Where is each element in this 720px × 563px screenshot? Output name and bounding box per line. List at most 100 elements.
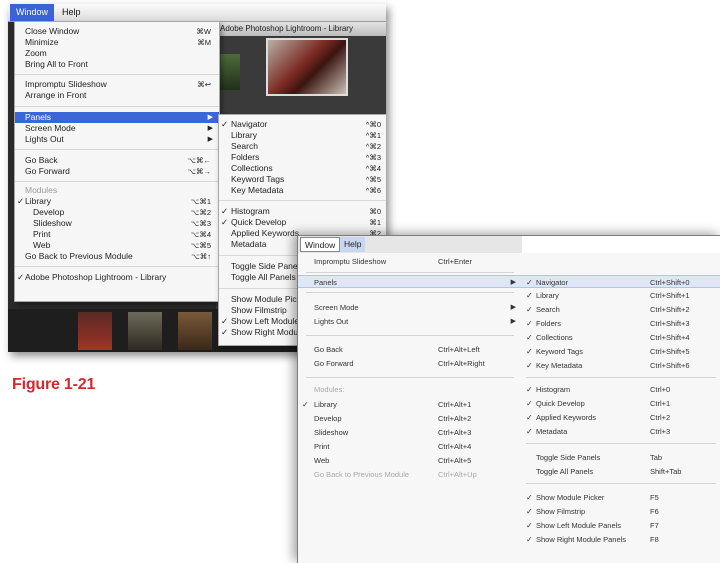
submenu-item-toggle-all-panels[interactable]: Toggle All Panels Shift+Tab (522, 465, 720, 478)
menu-item-label: Toggle Side Panels (536, 453, 601, 462)
menu-item-library[interactable]: ✓ Library ⌥⌘1 (15, 196, 219, 207)
menu-item-label: Quick Develop (231, 217, 287, 227)
submenu-item-folders[interactable]: ✓ Folders Ctrl+Shift+3 (522, 317, 720, 330)
menu-item-shortcut: F6 (650, 507, 659, 516)
submenu-item-histogram[interactable]: ✓ Histogram Ctrl+0 (522, 383, 720, 396)
menu-item-go-back[interactable]: Go Back Ctrl+Alt+Left (298, 343, 522, 356)
menu-item-go-forward[interactable]: Go Forward ⌥⌘→ (15, 166, 219, 177)
submenu-item-key-metadata[interactable]: ✓ Key Metadata Ctrl+Shift+6 (522, 359, 720, 372)
submenu-item-quick-develop[interactable]: ✓ Quick Develop ⌘1 (219, 217, 386, 228)
check-icon: ✓ (526, 305, 533, 314)
submenu-item-keyword-tags[interactable]: ✓ Keyword Tags Ctrl+Shift+5 (522, 345, 720, 358)
submenu-item-folders[interactable]: Folders ^⌘3 (219, 152, 386, 163)
submenu-item-show-module-picker[interactable]: ✓ Show Module Picker F5 (522, 491, 720, 504)
menu-item-shortcut: Ctrl+Alt+1 (438, 400, 472, 409)
menu-item-label: Adobe Photoshop Lightroom - Library (25, 272, 167, 282)
menu-item-slideshow[interactable]: Slideshow ⌥⌘3 (15, 218, 219, 229)
menu-item-label: Print (33, 229, 51, 239)
menu-item-shortcut: Ctrl+Shift+6 (650, 361, 690, 370)
menu-item-shortcut: ^⌘0 (365, 120, 381, 129)
filmstrip-thumb[interactable] (128, 312, 162, 350)
submenu-item-show-right-module-panels[interactable]: ✓ Show Right Module Panels F8 (522, 533, 720, 546)
submenu-arrow-icon: ▶ (510, 304, 516, 311)
check-icon: ✓ (526, 291, 533, 300)
submenu-item-applied-keywords[interactable]: ✓ Applied Keywords Ctrl+2 (522, 411, 720, 424)
menu-item-lights-out[interactable]: Lights Out ▶ (298, 315, 522, 328)
menu-item-label: Modules: (314, 385, 345, 394)
menu-item-shortcut: Ctrl+Shift+5 (650, 347, 690, 356)
submenu-item-library[interactable]: ✓ Library Ctrl+Shift+1 (522, 289, 720, 302)
figure-caption: Figure 1-21 (12, 376, 96, 393)
menu-item-impromptu-slideshow[interactable]: Impromptu Slideshow ⌘↩ (15, 79, 219, 90)
submenu-item-collections[interactable]: Collections ^⌘4 (219, 163, 386, 174)
menu-item-shortcut: F7 (650, 521, 659, 530)
menu-separator (15, 74, 219, 75)
check-icon: ✓ (526, 385, 533, 394)
menu-separator (306, 272, 514, 273)
menu-item-label: Go Back (314, 345, 343, 354)
menu-item-screen-mode[interactable]: Screen Mode ▶ (15, 123, 219, 134)
menu-help[interactable]: Help (56, 4, 87, 21)
menu-item-print[interactable]: Print Ctrl+Alt+4 (298, 440, 522, 453)
menu-item-develop[interactable]: Develop Ctrl+Alt+2 (298, 412, 522, 425)
submenu-item-show-left-module-panels[interactable]: ✓ Show Left Module Panels F7 (522, 519, 720, 532)
menu-item-shortcut: ⌥⌘3 (190, 219, 211, 228)
menu-item-web[interactable]: Web Ctrl+Alt+5 (298, 454, 522, 467)
menu-item-lights-out[interactable]: Lights Out ▶ (15, 134, 219, 145)
submenu-item-histogram[interactable]: ✓ Histogram ⌘0 (219, 206, 386, 217)
menu-item-label: Library (536, 291, 559, 300)
menu-item-print[interactable]: Print ⌥⌘4 (15, 229, 219, 240)
submenu-item-search[interactable]: ✓ Search Ctrl+Shift+2 (522, 303, 720, 316)
menu-window[interactable]: Window (10, 4, 55, 21)
menu-item-go-back-previous-module[interactable]: Go Back to Previous Module Ctrl+Alt+Up (298, 468, 522, 481)
menu-item-shortcut: ⌘M (197, 38, 211, 47)
menu-item-shortcut: ^⌘3 (365, 153, 381, 162)
submenu-item-key-metadata[interactable]: Key Metadata ^⌘6 (219, 185, 386, 196)
submenu-item-library[interactable]: Library ^⌘1 (219, 130, 386, 141)
menu-item-develop[interactable]: Develop ⌥⌘2 (15, 207, 219, 218)
menu-window[interactable]: Window (300, 237, 341, 252)
menu-item-label: Key Metadata (231, 185, 284, 195)
submenu-item-toggle-side-panels[interactable]: Toggle Side Panels Tab (522, 451, 720, 464)
menu-item-panels[interactable]: Panels ▶ (298, 275, 522, 288)
menu-item-arrange-in-front[interactable]: Arrange in Front (15, 90, 219, 101)
menu-item-web[interactable]: Web ⌥⌘5 (15, 240, 219, 251)
menu-item-close-window[interactable]: Close Window ⌘W (15, 26, 219, 37)
submenu-item-quick-develop[interactable]: ✓ Quick Develop Ctrl+1 (522, 397, 720, 410)
menu-item-slideshow[interactable]: Slideshow Ctrl+Alt+3 (298, 426, 522, 439)
check-icon: ✓ (526, 399, 533, 408)
check-icon: ✓ (221, 327, 229, 337)
menu-item-library[interactable]: ✓ Library Ctrl+Alt+1 (298, 398, 522, 411)
menu-item-label: Folders (231, 152, 260, 162)
check-icon: ✓ (17, 272, 25, 282)
win-panels-submenu: ✓ Navigator Ctrl+Shift+0 ✓ Library Ctrl+Shif… (522, 253, 720, 563)
menu-item-screen-mode[interactable]: Screen Mode ▶ (298, 301, 522, 314)
check-icon: ✓ (526, 333, 533, 342)
menu-item-label: Keyword Tags (231, 174, 285, 184)
submenu-item-search[interactable]: Search ^⌘2 (219, 141, 386, 152)
menu-item-shortcut: Ctrl+Alt+Up (438, 470, 477, 479)
menu-item-label: Go Forward (25, 166, 70, 176)
submenu-item-metadata[interactable]: ✓ Metadata Ctrl+3 (522, 425, 720, 438)
menu-item-panels[interactable]: Panels ▶ (15, 112, 219, 123)
submenu-item-show-filmstrip[interactable]: ✓ Show Filmstrip F6 (522, 505, 720, 518)
filmstrip-thumb[interactable] (178, 312, 212, 350)
submenu-item-navigator[interactable]: ✓ Navigator Ctrl+Shift+0 (522, 275, 720, 288)
menu-item-shortcut: ⌘↩ (197, 80, 211, 89)
menu-item-go-back-previous-module[interactable]: Go Back to Previous Module ⌥⌘↑ (15, 251, 219, 262)
menu-item-bring-all-to-front[interactable]: Bring All to Front (15, 59, 219, 70)
menu-item-lightroom-library-window[interactable]: ✓ Adobe Photoshop Lightroom - Library (15, 272, 219, 283)
filmstrip-thumb[interactable] (78, 312, 112, 350)
menu-item-minimize[interactable]: Minimize ⌘M (15, 37, 219, 48)
menu-item-zoom[interactable]: Zoom (15, 48, 219, 59)
menu-item-shortcut: ⌥⌘1 (190, 197, 211, 206)
menu-item-go-back[interactable]: Go Back ⌥⌘← (15, 155, 219, 166)
menu-item-impromptu-slideshow[interactable]: Impromptu Slideshow Ctrl+Enter (298, 255, 522, 268)
menu-item-go-forward[interactable]: Go Forward Ctrl+Alt+Right (298, 357, 522, 370)
submenu-item-navigator[interactable]: ✓ Navigator ^⌘0 (219, 119, 386, 130)
submenu-item-keyword-tags[interactable]: Keyword Tags ^⌘5 (219, 174, 386, 185)
submenu-item-collections[interactable]: ✓ Collections Ctrl+Shift+4 (522, 331, 720, 344)
menu-help[interactable]: Help (340, 237, 366, 252)
menu-item-label: Go Forward (314, 359, 354, 368)
menu-item-shortcut: ^⌘6 (365, 186, 381, 195)
